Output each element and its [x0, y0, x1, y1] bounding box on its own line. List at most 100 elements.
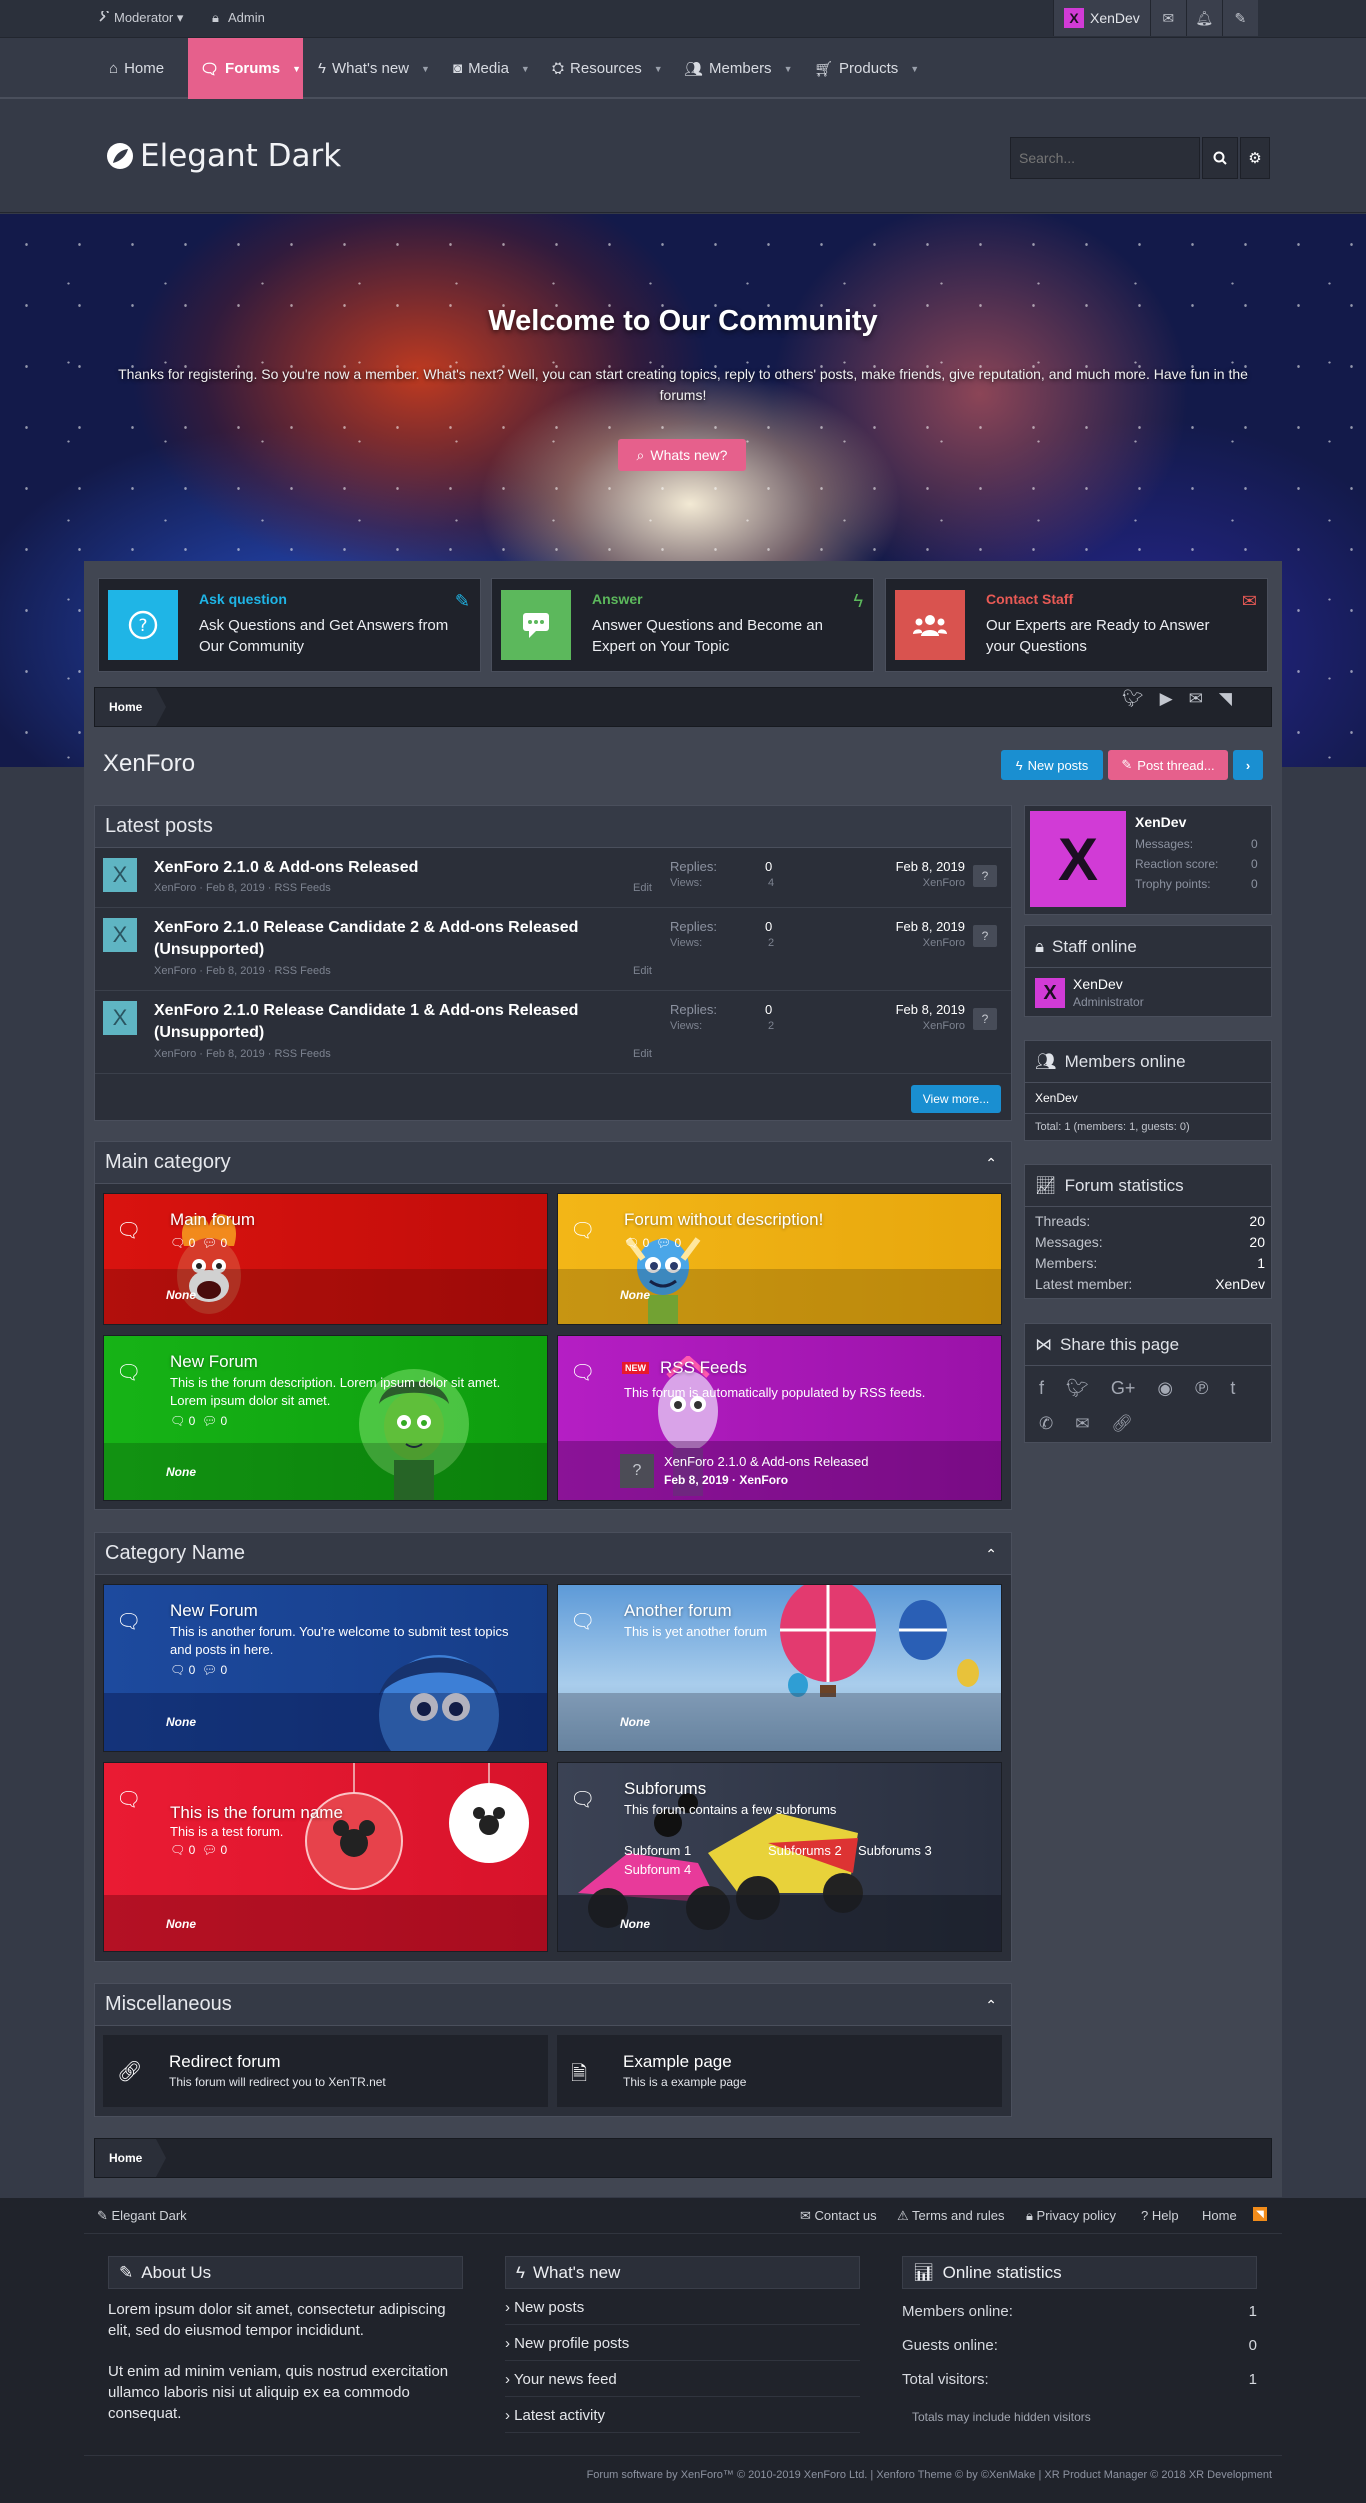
- footer-link-latest-activity[interactable]: › Latest activity: [505, 2397, 860, 2433]
- latest-post-row[interactable]: X XenForo 2.1.0 & Add-ons Released XenFo…: [95, 849, 1011, 908]
- staff-name[interactable]: XenDev: [1073, 976, 1123, 992]
- feature-ask-question[interactable]: ? Ask question Ask Questions and Get Ans…: [98, 578, 481, 672]
- user-name[interactable]: XenDev: [1135, 814, 1186, 830]
- last-post-user[interactable]: XenForo: [923, 1020, 965, 1032]
- account-link[interactable]: X XenDev: [1053, 0, 1150, 36]
- nav-forums[interactable]: 🗨︎ Forums ▼: [188, 38, 303, 99]
- search-options-button[interactable]: ⚙: [1240, 137, 1270, 179]
- last-post-title[interactable]: XenForo 2.1.0 & Add-ons Released: [664, 1454, 869, 1469]
- facebook-icon[interactable]: f: [1039, 1378, 1044, 1399]
- twitter-icon[interactable]: 🐦︎: [1122, 689, 1144, 709]
- privacy-link[interactable]: 🔒︎ Privacy policy: [1026, 2208, 1116, 2224]
- block-title[interactable]: Members online: [1065, 1052, 1186, 1072]
- breadcrumb-home[interactable]: Home: [95, 688, 167, 726]
- chevron-up-icon[interactable]: ⌃: [985, 1155, 997, 1172]
- tumblr-icon[interactable]: t: [1230, 1378, 1235, 1399]
- admin-link[interactable]: Admin: [228, 10, 265, 25]
- feature-answer[interactable]: Answer Answer Questions and Become an Ex…: [491, 578, 874, 672]
- pinterest-icon[interactable]: ℗: [1195, 1378, 1208, 1399]
- nav-members[interactable]: 👥︎ Members ▼: [672, 38, 804, 99]
- nav-home[interactable]: ⌂ Home: [97, 38, 176, 99]
- forum-tile-new-forum[interactable]: 🗨︎ New Forum This is the forum descripti…: [103, 1335, 548, 1501]
- block-title[interactable]: Staff online: [1052, 937, 1137, 957]
- reddit-icon[interactable]: ◉: [1157, 1378, 1173, 1399]
- forum-page[interactable]: 🗎 Example page This is a example page: [557, 2035, 1002, 2107]
- latest-post-row[interactable]: X XenForo 2.1.0 Release Candidate 1 & Ad…: [95, 992, 1011, 1074]
- twitter-icon[interactable]: 🐦︎: [1066, 1378, 1089, 1399]
- whatsapp-icon[interactable]: ✆: [1039, 1414, 1053, 1434]
- edit-link[interactable]: Edit: [633, 965, 652, 977]
- footer-link-new-profile-posts[interactable]: › New profile posts: [505, 2325, 860, 2361]
- post-forum[interactable]: RSS Feeds: [274, 882, 330, 894]
- edit-link[interactable]: Edit: [633, 882, 652, 894]
- nav-products[interactable]: 🛒︎ Products ▼: [802, 38, 931, 99]
- google-plus-icon[interactable]: G+: [1111, 1378, 1136, 1399]
- link-icon[interactable]: 🔗︎: [1112, 1414, 1134, 1434]
- nav-whats-new[interactable]: ϟ What's new ▼: [306, 38, 442, 99]
- subforum-link[interactable]: Subforums 2: [768, 1843, 842, 1858]
- subforum-link[interactable]: Subforum 1: [624, 1843, 691, 1858]
- avatar[interactable]: X: [1035, 978, 1065, 1008]
- moderator-menu[interactable]: Moderator ▾: [114, 10, 183, 26]
- member-link[interactable]: XenDev: [1035, 1091, 1078, 1105]
- home-link[interactable]: Home: [1202, 2208, 1237, 2223]
- category-title[interactable]: Miscellaneous: [95, 1984, 1011, 2026]
- last-post-date[interactable]: Feb 8, 2019: [896, 1002, 965, 1017]
- post-forum[interactable]: RSS Feeds: [274, 1048, 330, 1060]
- search-input[interactable]: [1010, 137, 1200, 179]
- category-title[interactable]: Category Name: [95, 1533, 1011, 1575]
- search-button[interactable]: [1202, 137, 1238, 179]
- style-chooser[interactable]: ✎ Elegant Dark: [97, 2208, 187, 2224]
- forum-tile-rss-feeds[interactable]: 🗨︎ NEW RSS Feeds This forum is automatic…: [557, 1335, 1002, 1501]
- latest-member-link[interactable]: XenDev: [1215, 1276, 1265, 1292]
- post-title[interactable]: XenForo 2.1.0 Release Candidate 2 & Add-…: [154, 917, 634, 961]
- nav-resources[interactable]: ⛭ Resources ▼: [540, 38, 675, 99]
- bell-icon[interactable]: 🔔︎: [1185, 0, 1222, 36]
- chevron-up-icon[interactable]: ⌃: [985, 1546, 997, 1563]
- post-title[interactable]: XenForo 2.1.0 & Add-ons Released: [154, 857, 634, 879]
- post-author[interactable]: XenForo: [154, 965, 196, 977]
- envelope-icon[interactable]: ✉: [1189, 689, 1203, 709]
- footer-link-new-posts[interactable]: › New posts: [505, 2289, 860, 2325]
- new-posts-button[interactable]: ϟ New posts: [1001, 750, 1103, 780]
- last-post-date[interactable]: Feb 8, 2019: [896, 859, 965, 874]
- post-thread-button[interactable]: ✎ Post thread...: [1108, 750, 1228, 780]
- forum-redirect[interactable]: 🔗︎ Redirect forum This forum will redire…: [103, 2035, 548, 2107]
- whats-new-button[interactable]: ⌕ Whats new?: [618, 439, 746, 471]
- site-logo[interactable]: Elegant Dark: [106, 138, 341, 174]
- nav-media[interactable]: ◙ Media ▼: [441, 38, 542, 99]
- last-post-user[interactable]: XenForo: [923, 877, 965, 889]
- contact-link[interactable]: ✉ Contact us: [800, 2208, 877, 2224]
- post-forum[interactable]: RSS Feeds: [274, 965, 330, 977]
- rss-icon[interactable]: ◥: [1219, 689, 1232, 709]
- view-more-button[interactable]: View more...: [911, 1085, 1001, 1113]
- forum-tile-another-forum[interactable]: 🗨︎ Another forum This is yet another for…: [557, 1584, 1002, 1752]
- chevron-up-icon[interactable]: ⌃: [985, 1997, 997, 2014]
- forum-tile-subforums[interactable]: 🗨︎ Subforums This forum contains a few s…: [557, 1762, 1002, 1952]
- post-author[interactable]: XenForo: [154, 882, 196, 894]
- breadcrumb-home[interactable]: Home: [95, 2139, 167, 2177]
- feature-contact-staff[interactable]: Contact Staff Our Experts are Ready to A…: [885, 578, 1268, 672]
- forum-tile-this-is-the-forum-name[interactable]: 🗨︎ This is the forum name This is a test…: [103, 1762, 548, 1952]
- youtube-icon[interactable]: ▶: [1160, 689, 1173, 709]
- inbox-icon[interactable]: ✉: [1149, 0, 1186, 36]
- forum-tile-new-forum-2[interactable]: 🗨︎ New Forum This is another forum. You'…: [103, 1584, 548, 1752]
- post-author[interactable]: XenForo: [154, 1048, 196, 1060]
- last-post-meta[interactable]: Feb 8, 2019 · XenForo: [664, 1473, 788, 1487]
- last-post-user[interactable]: XenForo: [923, 937, 965, 949]
- chevron-right-icon[interactable]: ›: [1233, 750, 1263, 780]
- terms-link[interactable]: ⚠ Terms and rules: [897, 2208, 1005, 2224]
- help-link[interactable]: ? Help: [1141, 2208, 1179, 2223]
- subforum-link[interactable]: Subforum 4: [624, 1862, 691, 1877]
- subforum-link[interactable]: Subforums 3: [858, 1843, 932, 1858]
- rss-icon[interactable]: ◥: [1253, 2207, 1267, 2221]
- avatar[interactable]: X: [1030, 811, 1126, 907]
- latest-post-row[interactable]: X XenForo 2.1.0 Release Candidate 2 & Ad…: [95, 909, 1011, 991]
- last-post-date[interactable]: Feb 8, 2019: [896, 919, 965, 934]
- forum-tile-forum-without-description[interactable]: 🗨︎ Forum without description! 🗨︎ 0 💬︎ 0 …: [557, 1193, 1002, 1325]
- forum-tile-main-forum[interactable]: 🗨︎ Main forum 🗨︎ 0 💬︎ 0 None: [103, 1193, 548, 1325]
- footer-link-news-feed[interactable]: › Your news feed: [505, 2361, 860, 2397]
- post-title[interactable]: XenForo 2.1.0 Release Candidate 1 & Add-…: [154, 1000, 634, 1044]
- edit-link[interactable]: Edit: [633, 1048, 652, 1060]
- category-title[interactable]: Main category: [95, 1142, 1011, 1184]
